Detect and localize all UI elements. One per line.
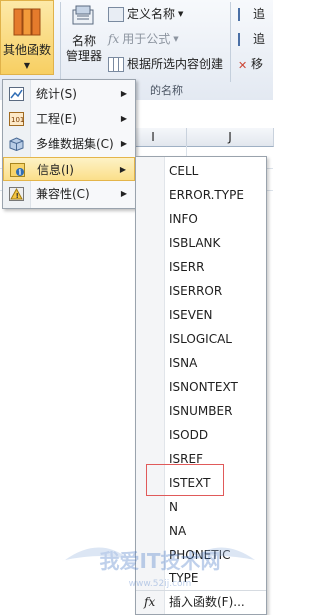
chevron-right-icon: ▶ — [120, 189, 127, 198]
grid-icon — [108, 56, 124, 72]
trace-dependents-button[interactable]: 追 — [238, 31, 265, 47]
name-manager-label-1: 名称 — [71, 34, 96, 48]
statistics-icon — [9, 87, 24, 101]
function-item-isblank[interactable]: ISBLANK — [169, 235, 220, 251]
books-icon — [13, 8, 41, 36]
menu-item-label: 工程(E) — [36, 112, 77, 126]
function-item-cell[interactable]: CELL — [169, 163, 198, 179]
menu-item-compatibility[interactable]: ! 兼容性(C) ▶ — [3, 182, 135, 206]
svg-text:i: i — [19, 168, 22, 177]
more-functions-button[interactable]: 其他函数 ▼ — [0, 0, 54, 75]
function-item-n[interactable]: N — [169, 499, 178, 515]
function-item-info[interactable]: INFO — [169, 211, 198, 227]
defined-names-group-label: 的名称 — [150, 84, 183, 97]
menu-item-cube[interactable]: 多维数据集(C) ▶ — [3, 132, 135, 156]
column-header-j[interactable]: J — [187, 128, 274, 147]
svg-text:101: 101 — [11, 116, 24, 124]
cube-icon — [9, 137, 24, 151]
function-item-iserror[interactable]: ISERROR — [169, 283, 222, 299]
create-from-selection-label: 根据所选内容创建 — [127, 57, 224, 71]
trace-dependents-label: 追 — [253, 32, 266, 46]
create-from-selection-button[interactable]: 根据所选内容创建 — [108, 56, 223, 72]
watermark-url: www.52ij.com — [129, 579, 192, 589]
use-in-formula-button[interactable]: fx 用于公式 ▼ — [108, 31, 179, 47]
trace-precedents-button[interactable]: 追 — [238, 6, 265, 22]
menu-item-label: 兼容性(C) — [36, 187, 90, 201]
svg-text:!: ! — [16, 192, 19, 200]
remove-arrows-label: 移 — [251, 57, 264, 71]
chevron-down-icon: ▼ — [178, 10, 184, 18]
remove-arrows-button[interactable]: ✕ 移 — [238, 56, 263, 72]
function-item-isodd[interactable]: ISODD — [169, 427, 208, 443]
fx-icon: fx — [108, 32, 120, 46]
function-item-isna[interactable]: ISNA — [169, 355, 197, 371]
function-item-isnontext[interactable]: ISNONTEXT — [169, 379, 238, 395]
more-functions-label: 其他函数 — [2, 43, 51, 57]
menu-item-info[interactable]: i 信息(I) ▶ — [3, 157, 135, 181]
define-name-label: 定义名称 — [127, 7, 176, 21]
name-manager-button[interactable]: 名称 管理器 — [62, 4, 106, 64]
remove-arrows-icon: ✕ — [238, 58, 248, 72]
menu-item-label: 统计(S) — [36, 87, 77, 101]
divider — [230, 2, 231, 82]
function-item-islogical[interactable]: ISLOGICAL — [169, 331, 232, 347]
info-icon: i — [10, 163, 25, 177]
define-name-button[interactable]: 定义名称 ▼ — [108, 6, 183, 22]
function-item-iseven[interactable]: ISEVEN — [169, 307, 213, 323]
tag-icon — [108, 6, 124, 22]
function-item-iserr[interactable]: ISERR — [169, 259, 204, 275]
chevron-right-icon: ▶ — [119, 165, 126, 174]
menu-item-label: 信息(I) — [37, 163, 74, 177]
divider — [60, 2, 61, 82]
name-manager-icon — [72, 5, 94, 25]
function-item-istext[interactable]: ISTEXT — [169, 475, 210, 491]
function-item-isnumber[interactable]: ISNUMBER — [169, 403, 232, 419]
menu-item-label: 多维数据集(C) — [36, 137, 114, 151]
menu-item-engineering[interactable]: 101 工程(E) ▶ — [3, 107, 135, 131]
use-in-formula-label: 用于公式 — [122, 32, 171, 46]
chevron-right-icon: ▶ — [120, 139, 127, 148]
more-functions-menu: 统计(S) ▶ 101 工程(E) ▶ 多维数据集(C) ▶ i 信息(I) ▶… — [2, 79, 136, 209]
chevron-right-icon: ▶ — [120, 114, 127, 123]
menu-item-statistics[interactable]: 统计(S) ▶ — [3, 82, 135, 106]
watermark: 我爱IT技术网 www.52ij.com — [65, 547, 255, 589]
compatibility-icon: ! — [9, 187, 24, 201]
name-manager-label-2: 管理器 — [65, 49, 102, 63]
chevron-down-icon: ▼ — [173, 35, 179, 43]
trace-icon — [238, 32, 250, 46]
engineering-icon: 101 — [9, 112, 24, 126]
trace-icon — [238, 7, 250, 21]
function-item-isref[interactable]: ISREF — [169, 451, 203, 467]
watermark-text: 我爱IT技术网 — [99, 549, 220, 573]
function-item-error-type[interactable]: ERROR.TYPE — [169, 187, 244, 203]
chevron-right-icon: ▶ — [120, 89, 127, 98]
chevron-down-icon: ▼ — [23, 61, 31, 70]
trace-precedents-label: 追 — [253, 7, 266, 21]
